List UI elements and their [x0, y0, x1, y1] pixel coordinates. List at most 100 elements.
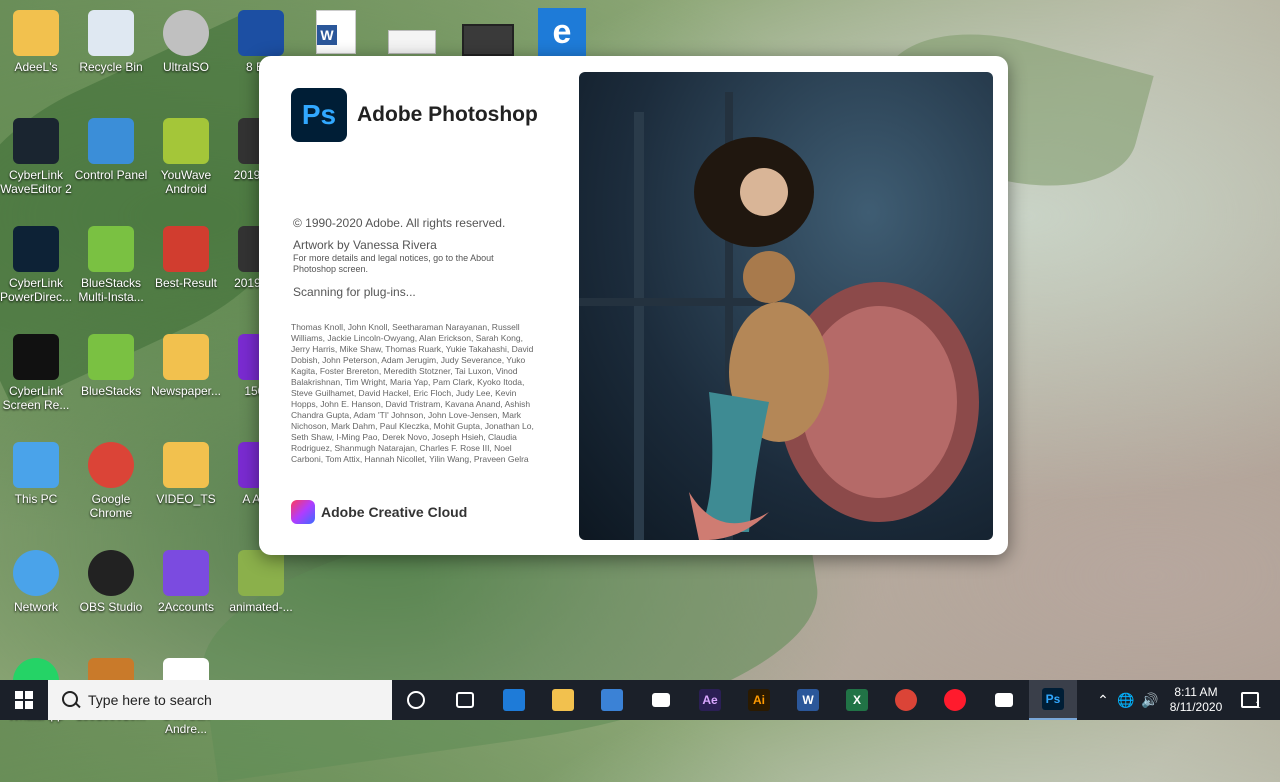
- illustrator-taskbar-button[interactable]: Ai: [735, 680, 783, 720]
- edge-icon: [503, 689, 525, 711]
- taskbar: Type here to search Ae Ai W X Ps ⌃ 🌐 🔊 8:11 …: [0, 680, 1280, 720]
- control-panel-icon: [88, 118, 134, 164]
- disc-icon: [163, 10, 209, 56]
- desktop-icon-label: BlueStacks: [80, 384, 142, 398]
- security-shield-taskbar-button[interactable]: [980, 680, 1028, 720]
- security-shield-icon: [995, 693, 1013, 707]
- photoshop-logo: Ps: [291, 88, 347, 142]
- word-icon: W: [797, 689, 819, 711]
- bluestacks-multi-icon: [88, 226, 134, 272]
- store-taskbar-button[interactable]: [588, 680, 636, 720]
- desktop-icon[interactable]: AdeeL's: [0, 8, 74, 74]
- desktop-icon[interactable]: CyberLink PowerDirec...: [0, 224, 74, 304]
- folder-icon: [163, 334, 209, 380]
- opera-taskbar-button[interactable]: [931, 680, 979, 720]
- billiard-ball-icon: [238, 10, 284, 56]
- desktop-icon-label: CyberLink PowerDirec...: [0, 276, 73, 304]
- audio-waveform-icon: [13, 118, 59, 164]
- desktop-icon[interactable]: CyberLink WaveEditor 2: [0, 116, 74, 196]
- desktop-icon[interactable]: BlueStacks Multi-Insta...: [73, 224, 149, 304]
- edge-taskbar-button[interactable]: [490, 680, 538, 720]
- cortana-taskbar-button[interactable]: [392, 680, 440, 720]
- desktop-icon[interactable]: This PC: [0, 440, 74, 506]
- user-folder-icon: [13, 10, 59, 56]
- mail-icon: [652, 693, 670, 707]
- credits-list: Thomas Knoll, John Knoll, Seetharaman Na…: [291, 322, 534, 464]
- desktop-icon[interactable]: OBS Studio: [73, 548, 149, 614]
- desktop-icon[interactable]: BlueStacks: [73, 332, 149, 398]
- desktop-icon[interactable]: Google Chrome: [73, 440, 149, 520]
- desktop-icon[interactable]: YouWave Android: [148, 116, 224, 196]
- excel-taskbar-button[interactable]: X: [833, 680, 881, 720]
- edge-legacy-icon[interactable]: e: [538, 8, 586, 56]
- after-effects-taskbar-button[interactable]: Ae: [686, 680, 734, 720]
- screen-recorder-icon: [13, 334, 59, 380]
- chrome-icon: [88, 442, 134, 488]
- word-taskbar-button[interactable]: W: [784, 680, 832, 720]
- chrome-icon: [895, 689, 917, 711]
- desktop-icon[interactable]: animated-...: [223, 548, 299, 614]
- desktop-icon[interactable]: Control Panel: [73, 116, 149, 182]
- splash-title: Adobe Photoshop: [357, 103, 538, 126]
- desktop-icon[interactable]: CyberLink Screen Re...: [0, 332, 74, 412]
- taskbar-search-box[interactable]: Type here to search: [48, 680, 392, 720]
- start-button[interactable]: [0, 680, 48, 720]
- desktop-icon-label: Recycle Bin: [79, 60, 143, 74]
- image-file-icon: [238, 550, 284, 596]
- volume-icon[interactable]: 🔊: [1140, 680, 1160, 720]
- desktop-icon[interactable]: Recycle Bin: [73, 8, 149, 74]
- desktop-icon-label: YouWave Android: [160, 168, 212, 196]
- after-effects-icon: Ae: [699, 689, 721, 711]
- folder-icon: [163, 442, 209, 488]
- artwork-credit: Artwork by Vanessa Rivera: [293, 238, 437, 252]
- chrome-taskbar-button[interactable]: [882, 680, 930, 720]
- windows-icon: [15, 691, 33, 709]
- cortana-icon: [407, 691, 425, 709]
- action-center-button[interactable]: 1: [1234, 680, 1268, 720]
- notification-count: 1: [1255, 699, 1261, 711]
- file-explorer-icon: [552, 689, 574, 711]
- desktop-icon[interactable]: 2Accounts: [148, 548, 224, 614]
- photoshop-taskbar-button[interactable]: Ps: [1029, 680, 1077, 720]
- task-view-icon: [456, 692, 474, 708]
- desktop-icon[interactable]: UltraISO: [148, 8, 224, 74]
- clock-time: 8:11 AM: [1174, 685, 1218, 699]
- recycle-bin-icon: [88, 10, 134, 56]
- legal-notice: For more details and legal notices, go t…: [293, 253, 494, 274]
- desktop-icon[interactable]: Network: [0, 548, 74, 614]
- document-thumbnail-icon[interactable]: [388, 30, 436, 54]
- desktop-icon-label: This PC: [14, 492, 58, 506]
- desktop-icon[interactable]: Best-Result: [148, 224, 224, 290]
- desktop-icon-label: Control Panel: [74, 168, 148, 182]
- network-globe-icon[interactable]: 🌐: [1116, 680, 1136, 720]
- desktop-icon-label: Best-Result: [154, 276, 218, 290]
- desktop-icon-label: BlueStacks Multi-Insta...: [78, 276, 144, 304]
- desktop-icon[interactable]: Newspaper...: [148, 332, 224, 398]
- search-placeholder: Type here to search: [88, 692, 212, 708]
- word-document-icon[interactable]: W: [316, 10, 356, 54]
- task-view-taskbar-button[interactable]: [441, 680, 489, 720]
- clock-date: 8/11/2020: [1169, 700, 1223, 714]
- video-thumbnail-icon[interactable]: [462, 24, 514, 56]
- computer-icon: [13, 442, 59, 488]
- desktop-icon-label: Newspaper...: [150, 384, 222, 398]
- file-explorer-taskbar-button[interactable]: [539, 680, 587, 720]
- desktop-icon-label: AdeeL's: [14, 60, 58, 74]
- photoshop-splash-screen: Ps Adobe Photoshop © 1990-2020 Adobe. Al…: [259, 56, 1008, 555]
- desktop-icon-label: OBS Studio: [79, 600, 143, 614]
- desktop-icon-label: Network: [13, 600, 58, 614]
- desktop-icon[interactable]: VIDEO_TS: [148, 440, 224, 506]
- mail-taskbar-button[interactable]: [637, 680, 685, 720]
- show-hidden-icons-chevron-icon[interactable]: ⌃: [1094, 680, 1112, 720]
- network-icon: [13, 550, 59, 596]
- excel-icon: X: [846, 689, 868, 711]
- desktop-icon-label: Google Chrome: [89, 492, 133, 520]
- artwork-illustration: [579, 92, 979, 540]
- clock[interactable]: 8:11 AM 8/11/2020: [1164, 680, 1228, 720]
- desktop-icon-label: 2Accounts: [157, 600, 215, 614]
- creative-cloud-icon: [291, 500, 315, 524]
- twoaccounts-icon: [163, 550, 209, 596]
- loading-status: Scanning for plug-ins...: [293, 285, 416, 299]
- opera-icon: [944, 689, 966, 711]
- pdf-icon: [163, 226, 209, 272]
